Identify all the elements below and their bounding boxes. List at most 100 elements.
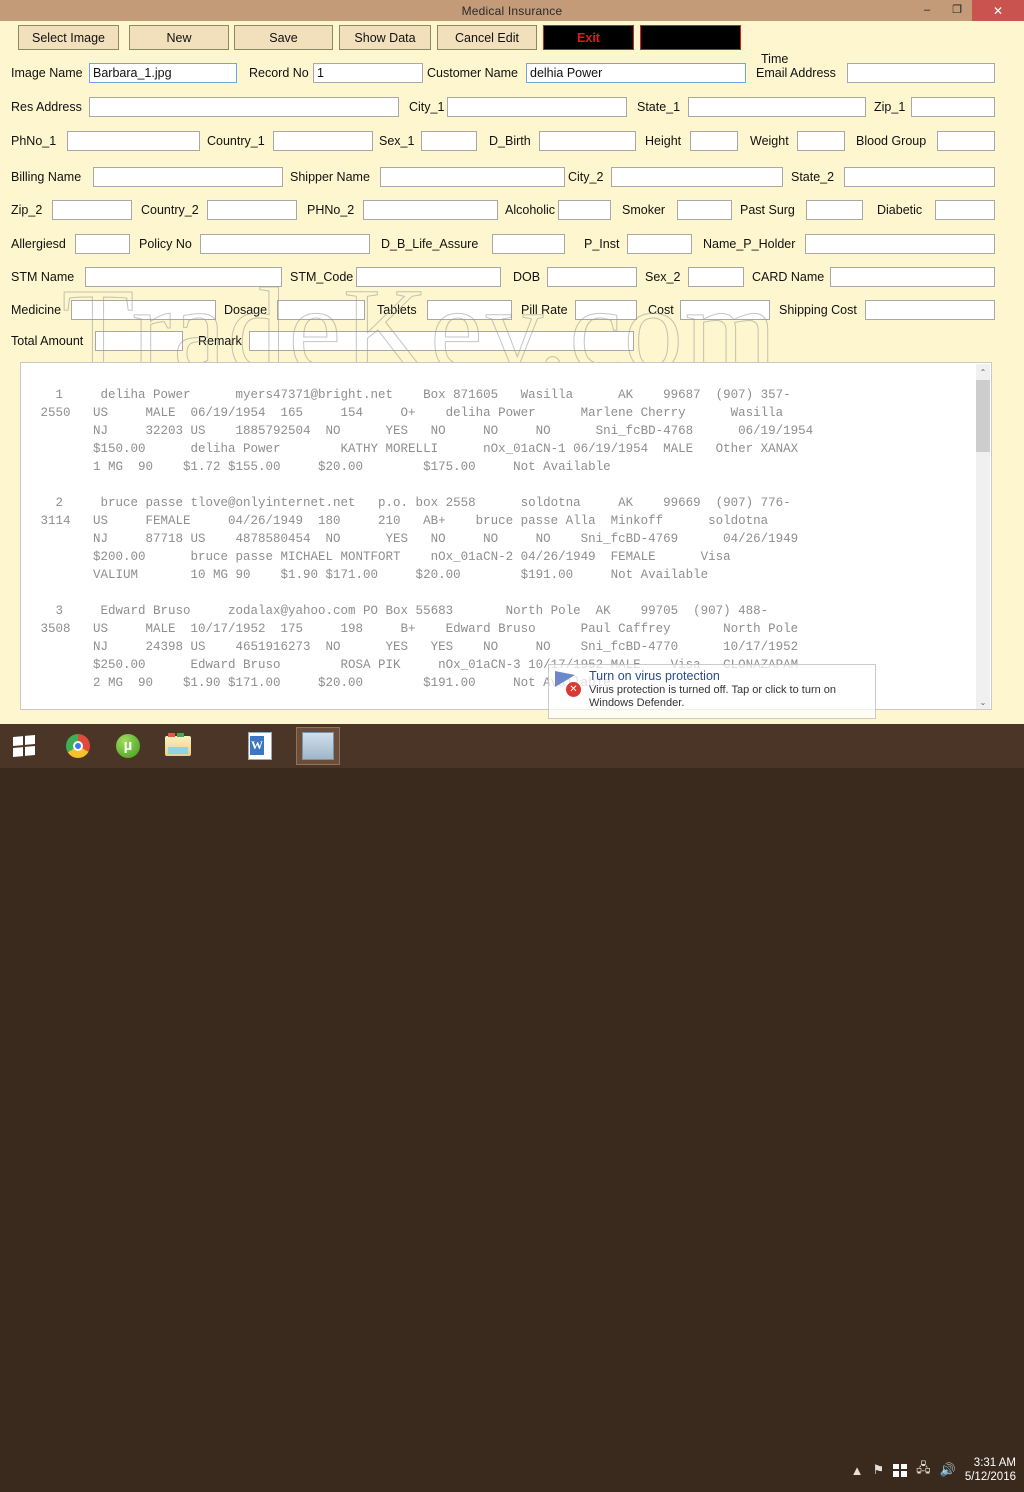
customer-name-input[interactable]: delhia Power [526,63,746,83]
start-button[interactable] [2,727,46,765]
alcoholic-input[interactable] [558,200,611,220]
state-2-label: State_2 [791,170,835,184]
sex-1-input[interactable] [421,131,477,151]
allergies-input[interactable] [75,234,130,254]
chrome-icon [66,734,90,758]
image-name-input[interactable]: Barbara_1.jpg [89,63,237,83]
billing-name-input[interactable] [93,167,283,187]
sex-2-input[interactable] [688,267,744,287]
dob-label: DOB [513,270,541,284]
tablets-label: Tablets [377,303,417,317]
stm-code-label: STM_Code [290,270,354,284]
close-button[interactable]: ✕ [972,0,1024,21]
phno-1-label: PhNo_1 [11,134,57,148]
cost-input[interactable] [680,300,770,320]
state-1-label: State_1 [637,100,681,114]
dosage-input[interactable] [277,300,365,320]
select-image-button[interactable]: Select Image [18,25,119,50]
diabetic-input[interactable] [935,200,995,220]
scroll-down-arrow-icon[interactable]: ⌄ [976,694,990,709]
vertical-scrollbar[interactable]: ⌃ ⌄ [976,364,990,709]
status-display[interactable] [640,25,741,50]
minimize-button[interactable]: – [912,0,942,21]
blood-group-input[interactable] [937,131,995,151]
scroll-up-arrow-icon[interactable]: ⌃ [976,364,990,380]
pill-rate-input[interactable] [575,300,637,320]
height-input[interactable] [690,131,738,151]
restore-button[interactable]: ❐ [942,0,972,21]
country-1-label: Country_1 [207,134,265,148]
clock[interactable]: 3:31 AM 5/12/2016 [965,1456,1016,1484]
sex-2-label: Sex_2 [645,270,681,284]
tablets-input[interactable] [427,300,512,320]
stm-name-input[interactable] [85,267,282,287]
total-amount-input[interactable] [95,331,183,351]
system-tray: ▲ ⚑ 🖧 🔊 3:31 AM 5/12/2016 [851,1448,1016,1492]
scrollbar-thumb[interactable] [976,380,990,452]
shipping-cost-input[interactable] [865,300,995,320]
show-data-button[interactable]: Show Data [339,25,431,50]
phno-2-input[interactable] [363,200,498,220]
taskbar-chrome[interactable] [56,727,100,765]
city-2-label: City_2 [568,170,604,184]
d-birth-input[interactable] [539,131,636,151]
country-2-input[interactable] [207,200,297,220]
total-amount-label: Total Amount [11,334,84,348]
virus-protection-notification[interactable]: ✕ Turn on virus protection Virus protect… [548,664,876,719]
zip-1-input[interactable] [911,97,995,117]
save-button[interactable]: Save [234,25,333,50]
tray-chevron-icon[interactable]: ▲ [851,1463,864,1478]
card-name-label: CARD Name [752,270,825,284]
country-1-input[interactable] [273,131,373,151]
email-address-label: Email Address [756,66,836,80]
past-surg-input[interactable] [806,200,863,220]
app-icon [302,732,334,760]
stm-code-input[interactable] [356,267,501,287]
cancel-edit-button[interactable]: Cancel Edit [437,25,537,50]
city-2-input[interactable] [611,167,783,187]
dosage-label: Dosage [224,303,268,317]
state-2-input[interactable] [844,167,995,187]
taskbar-file-explorer[interactable] [156,727,200,765]
pill-rate-label: Pill Rate [521,303,568,317]
p-inst-input[interactable] [627,234,692,254]
window-title-bar: Medical Insurance – ❐ ✕ [0,0,1024,21]
data-records-text: 1 deliha Power myers47371@bright.net Box… [40,387,814,690]
shipping-cost-label: Shipping Cost [779,303,857,317]
taskbar-app-window[interactable] [296,727,340,765]
tray-network-icon[interactable]: 🖧 [916,1459,931,1481]
medicine-input[interactable] [71,300,216,320]
exit-button[interactable]: Exit [543,25,634,50]
name-p-holder-input[interactable] [805,234,995,254]
zip-1-label: Zip_1 [874,100,906,114]
stm-name-label: STM Name [11,270,75,284]
word-icon: W [248,732,272,760]
card-name-input[interactable] [830,267,995,287]
taskbar-utorrent[interactable]: µ [106,727,150,765]
state-1-input[interactable] [688,97,866,117]
taskbar-word[interactable]: W [238,727,282,765]
name-p-holder-label: Name_P_Holder [703,237,796,251]
weight-input[interactable] [797,131,845,151]
remark-input[interactable] [249,331,634,351]
phno-1-input[interactable] [67,131,200,151]
email-address-input[interactable] [847,63,995,83]
utorrent-icon: µ [116,734,140,758]
record-no-input[interactable]: 1 [313,63,423,83]
tray-action-center-flag-icon[interactable]: ⚑ [872,1462,884,1478]
new-button[interactable]: New [129,25,229,50]
smoker-input[interactable] [677,200,732,220]
db-life-assure-input[interactable] [492,234,565,254]
res-address-input[interactable] [89,97,399,117]
phno-2-label: PHNo_2 [307,203,355,217]
customer-name-label: Customer Name [427,66,518,80]
policy-no-input[interactable] [200,234,370,254]
shipper-name-input[interactable] [380,167,565,187]
tray-volume-icon[interactable]: 🔊 [940,1462,956,1478]
tray-windows-icon[interactable] [893,1463,908,1477]
folder-icon [165,733,191,756]
zip-2-input[interactable] [52,200,132,220]
city-1-input[interactable] [447,97,627,117]
data-display-panel[interactable]: 1 deliha Power myers47371@bright.net Box… [20,362,992,710]
dob-input[interactable] [547,267,637,287]
